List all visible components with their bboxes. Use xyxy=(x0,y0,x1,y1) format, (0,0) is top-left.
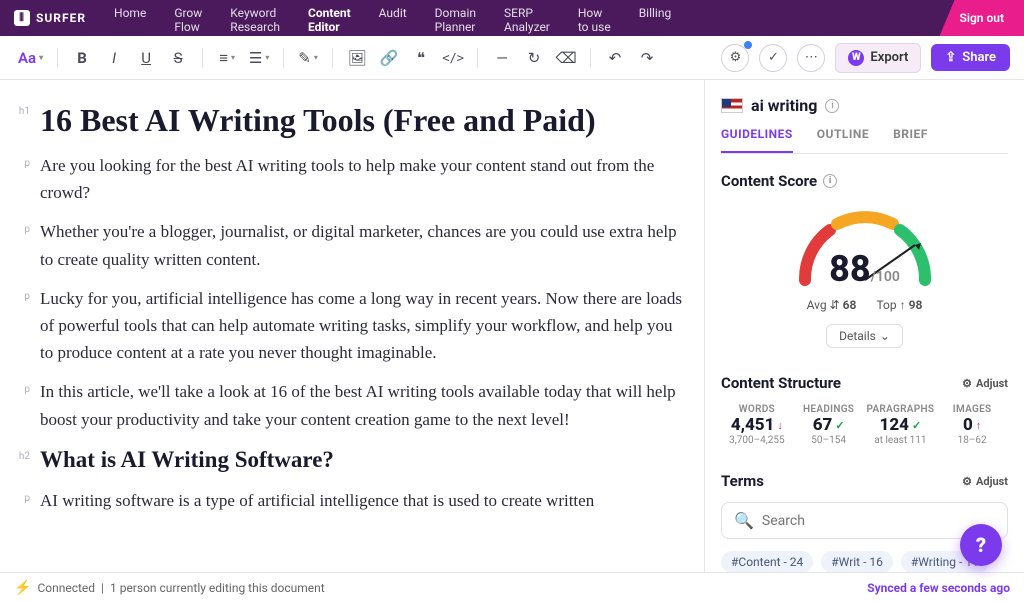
nav-home[interactable]: Home xyxy=(100,0,160,36)
clear-format-button[interactable]: ⌫ xyxy=(552,44,580,72)
metric-words: WORDS4,451 ↓3,700–4,255 xyxy=(721,404,793,446)
refresh-button[interactable]: ↻ xyxy=(520,44,548,72)
notification-dot xyxy=(744,41,752,49)
check-icon[interactable]: ✓ xyxy=(759,44,787,72)
nav-domain-planner[interactable]: DomainPlanner xyxy=(421,0,490,36)
score-gauge: 88/100 xyxy=(785,200,945,290)
terms-search-input[interactable] xyxy=(762,513,995,529)
help-fab[interactable]: ? xyxy=(960,524,1002,566)
block-p[interactable]: AI writing software is a type of artific… xyxy=(40,487,594,514)
connected-icon: ⚡ xyxy=(14,580,31,596)
underline-button[interactable]: U xyxy=(132,44,160,72)
block-tag: h1 xyxy=(10,100,30,140)
image-button[interactable]: 🖼 xyxy=(343,44,371,72)
block-h1[interactable]: 16 Best AI Writing Tools (Free and Paid) xyxy=(40,100,596,140)
block-p[interactable]: In this article, we'll take a look at 16… xyxy=(40,378,684,432)
nav-serp-analyzer[interactable]: SERPAnalyzer xyxy=(490,0,564,36)
block-tag: p xyxy=(10,285,30,367)
block-tag: h2 xyxy=(10,445,30,475)
block-tag: p xyxy=(10,487,30,514)
content-score-label: Content Score xyxy=(721,172,817,190)
block-h2[interactable]: What is AI Writing Software? xyxy=(40,445,334,475)
editor-area[interactable]: h116 Best AI Writing Tools (Free and Pai… xyxy=(0,80,704,572)
nav-billing[interactable]: Billing xyxy=(625,0,686,36)
structure-label: Content Structure xyxy=(721,374,841,392)
share-button[interactable]: ⇪ Share xyxy=(931,44,1010,71)
more-icon[interactable]: ⋯ xyxy=(797,44,825,72)
adjust-structure-button[interactable]: ⚙Adjust xyxy=(962,377,1008,390)
nav-grow-flow[interactable]: GrowFlow xyxy=(160,0,216,36)
hr-button[interactable]: — xyxy=(488,44,516,72)
tab-guidelines[interactable]: GUIDELINES xyxy=(721,127,793,153)
block-tag: p xyxy=(10,218,30,272)
info-icon[interactable]: i xyxy=(823,174,837,188)
sync-status: Synced a few seconds ago xyxy=(867,581,1010,595)
align-button[interactable]: ≡ xyxy=(213,44,241,72)
redo-button[interactable]: ↷ xyxy=(633,44,661,72)
us-flag-icon xyxy=(721,98,743,113)
strike-button[interactable]: S xyxy=(164,44,192,72)
export-button[interactable]: W Export xyxy=(835,43,921,73)
block-p[interactable]: Are you looking for the best AI writing … xyxy=(40,152,684,206)
brand-logo[interactable]: ⫴ SURFER xyxy=(0,0,100,36)
term-chip[interactable]: #Content - 24 xyxy=(721,551,813,572)
metric-paragraphs: PARAGRAPHS124 ✓at least 111 xyxy=(865,404,937,446)
nav-how-to-use[interactable]: Howto use xyxy=(564,0,625,36)
nav-audit[interactable]: Audit xyxy=(365,0,421,36)
score-value: 88 xyxy=(829,248,871,290)
undo-button[interactable]: ↶ xyxy=(601,44,629,72)
block-tag: p xyxy=(10,152,30,206)
keyword-title: ai writing xyxy=(751,96,817,115)
tab-outline[interactable]: OUTLINE xyxy=(817,127,869,153)
link-button[interactable]: 🔗 xyxy=(375,44,403,72)
metric-images: IMAGES0 ↑18–62 xyxy=(936,404,1008,446)
block-p[interactable]: Lucky for you, artificial intelligence h… xyxy=(40,285,684,367)
brand-text: SURFER xyxy=(36,11,86,25)
list-button[interactable]: ☰ xyxy=(245,44,273,72)
block-tag: p xyxy=(10,378,30,432)
wordpress-icon: W xyxy=(848,50,864,66)
info-icon[interactable]: i xyxy=(825,99,839,113)
italic-button[interactable]: I xyxy=(100,44,128,72)
font-family-select[interactable]: Aa xyxy=(14,44,47,72)
code-button[interactable]: </> xyxy=(439,44,467,72)
block-p[interactable]: Whether you're a blogger, journalist, or… xyxy=(40,218,684,272)
tab-brief[interactable]: BRIEF xyxy=(893,127,928,153)
highlight-button[interactable]: ✎ xyxy=(294,44,322,72)
share-icon: ⇪ xyxy=(945,50,956,65)
terms-label: Terms xyxy=(721,472,764,490)
nav-keyword-research[interactable]: KeywordResearch xyxy=(216,0,294,36)
metric-headings: HEADINGS67 ✓50–154 xyxy=(793,404,865,446)
nav-content-editor[interactable]: ContentEditor xyxy=(294,0,365,36)
editing-status: 1 person currently editing this document xyxy=(110,581,325,595)
adjust-terms-button[interactable]: ⚙Adjust xyxy=(962,475,1008,488)
connected-label: Connected xyxy=(37,581,95,595)
bold-button[interactable]: B xyxy=(68,44,96,72)
search-icon: 🔍 xyxy=(734,511,754,530)
details-toggle[interactable]: Details⌄ xyxy=(826,324,903,348)
term-chip[interactable]: #Writ - 16 xyxy=(821,551,893,572)
quote-button[interactable]: ❝ xyxy=(407,44,435,72)
